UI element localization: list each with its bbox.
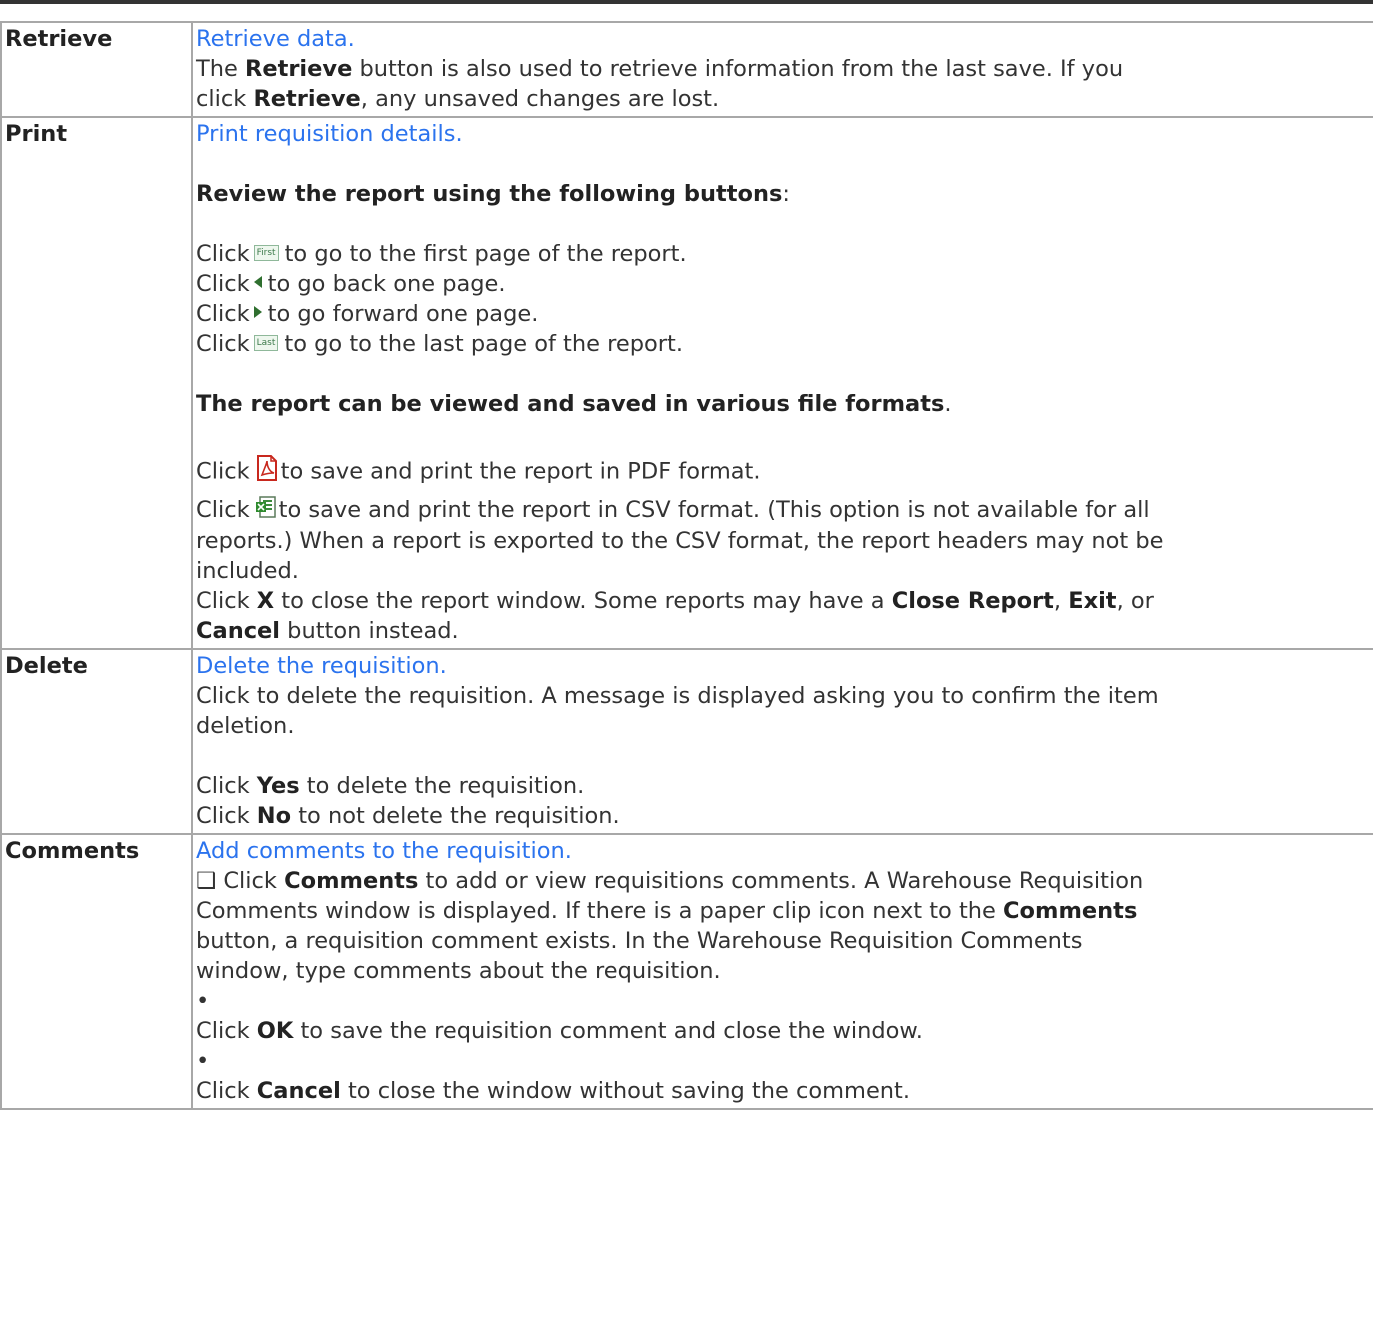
top-rule bbox=[0, 0, 1373, 4]
table-row: Comments Add comments to the requisition… bbox=[0, 832, 1373, 1110]
text-line: Click Last to go to the last page of the r… bbox=[196, 331, 684, 357]
bullet-marker: • bbox=[196, 1047, 210, 1074]
button-reference-table: Retrieve Retrieve data. The Retrieve but… bbox=[0, 21, 1373, 1110]
row-label-retrieve: Retrieve bbox=[0, 21, 193, 118]
row-desc-print: Print requisition details. Review the re… bbox=[191, 116, 1373, 650]
text-line: Click First to go to the first page of the… bbox=[196, 241, 687, 267]
text-line: Click to save and print the report in CSV… bbox=[196, 495, 1150, 523]
right-triangle-icon bbox=[253, 305, 262, 318]
text-line: Click OK to save the requisition comment… bbox=[196, 1017, 923, 1044]
row-label-delete: Delete bbox=[0, 647, 193, 835]
retrieve-link[interactable]: Retrieve data. bbox=[196, 24, 1371, 54]
text-line: Cancel button instead. bbox=[196, 617, 459, 644]
text-line: deletion. bbox=[196, 712, 295, 739]
row-label-comments: Comments bbox=[0, 832, 193, 1110]
text-line: Click No to not delete the requisition. bbox=[196, 802, 620, 829]
table-row: Print Print requisition details. Review … bbox=[0, 116, 1373, 650]
first-page-icon: First bbox=[253, 244, 279, 261]
bullet-marker: • bbox=[196, 987, 210, 1014]
row-desc-retrieve: Retrieve data. The Retrieve button is al… bbox=[191, 21, 1373, 118]
comments-link[interactable]: Add comments to the requisition. bbox=[196, 836, 1371, 866]
formats-heading: The report can be viewed and saved in va… bbox=[196, 391, 952, 417]
text-line: Click to go forward one page. bbox=[196, 301, 539, 327]
text-line: Click to go back one page. bbox=[196, 271, 506, 297]
text-line: Click to delete the requisition. A messa… bbox=[196, 682, 1159, 709]
last-page-icon: Last bbox=[253, 334, 279, 351]
row-label-print: Print bbox=[0, 116, 193, 650]
text-line: Comments window is displayed. If there i… bbox=[196, 897, 1138, 924]
table-row: Delete Delete the requisition. Click to … bbox=[0, 647, 1373, 835]
table-row: Retrieve Retrieve data. The Retrieve but… bbox=[0, 21, 1373, 118]
text-line: The Retrieve button is also used to retr… bbox=[196, 56, 1124, 82]
text-line: button, a requisition comment exists. In… bbox=[196, 927, 1083, 954]
text-line: ❑ Click Comments to add or view requisit… bbox=[196, 867, 1144, 894]
print-link[interactable]: Print requisition details. bbox=[196, 119, 1371, 149]
row-desc-comments: Add comments to the requisition. ❑ Click… bbox=[191, 832, 1373, 1110]
text-line: window, type comments about the requisit… bbox=[196, 957, 721, 984]
pdf-icon bbox=[256, 455, 277, 481]
text-line: reports.) When a report is exported to t… bbox=[196, 527, 1164, 554]
row-desc-delete: Delete the requisition. Click to delete … bbox=[191, 647, 1373, 835]
text-line: included. bbox=[196, 557, 299, 584]
delete-link[interactable]: Delete the requisition. bbox=[196, 651, 1371, 681]
text-line: Click Cancel to close the window without… bbox=[196, 1077, 911, 1104]
text-line: Click Yes to delete the requisition. bbox=[196, 772, 585, 799]
review-heading: Review the report using the following bu… bbox=[196, 181, 790, 207]
text-line: Click X to close the report window. Some… bbox=[196, 587, 1154, 614]
csv-spreadsheet-icon bbox=[255, 495, 276, 518]
text-line: click Retrieve, any unsaved changes are … bbox=[196, 86, 720, 112]
text-line: Click to save and print the report in PDF… bbox=[196, 455, 1371, 489]
left-triangle-icon bbox=[253, 275, 262, 288]
